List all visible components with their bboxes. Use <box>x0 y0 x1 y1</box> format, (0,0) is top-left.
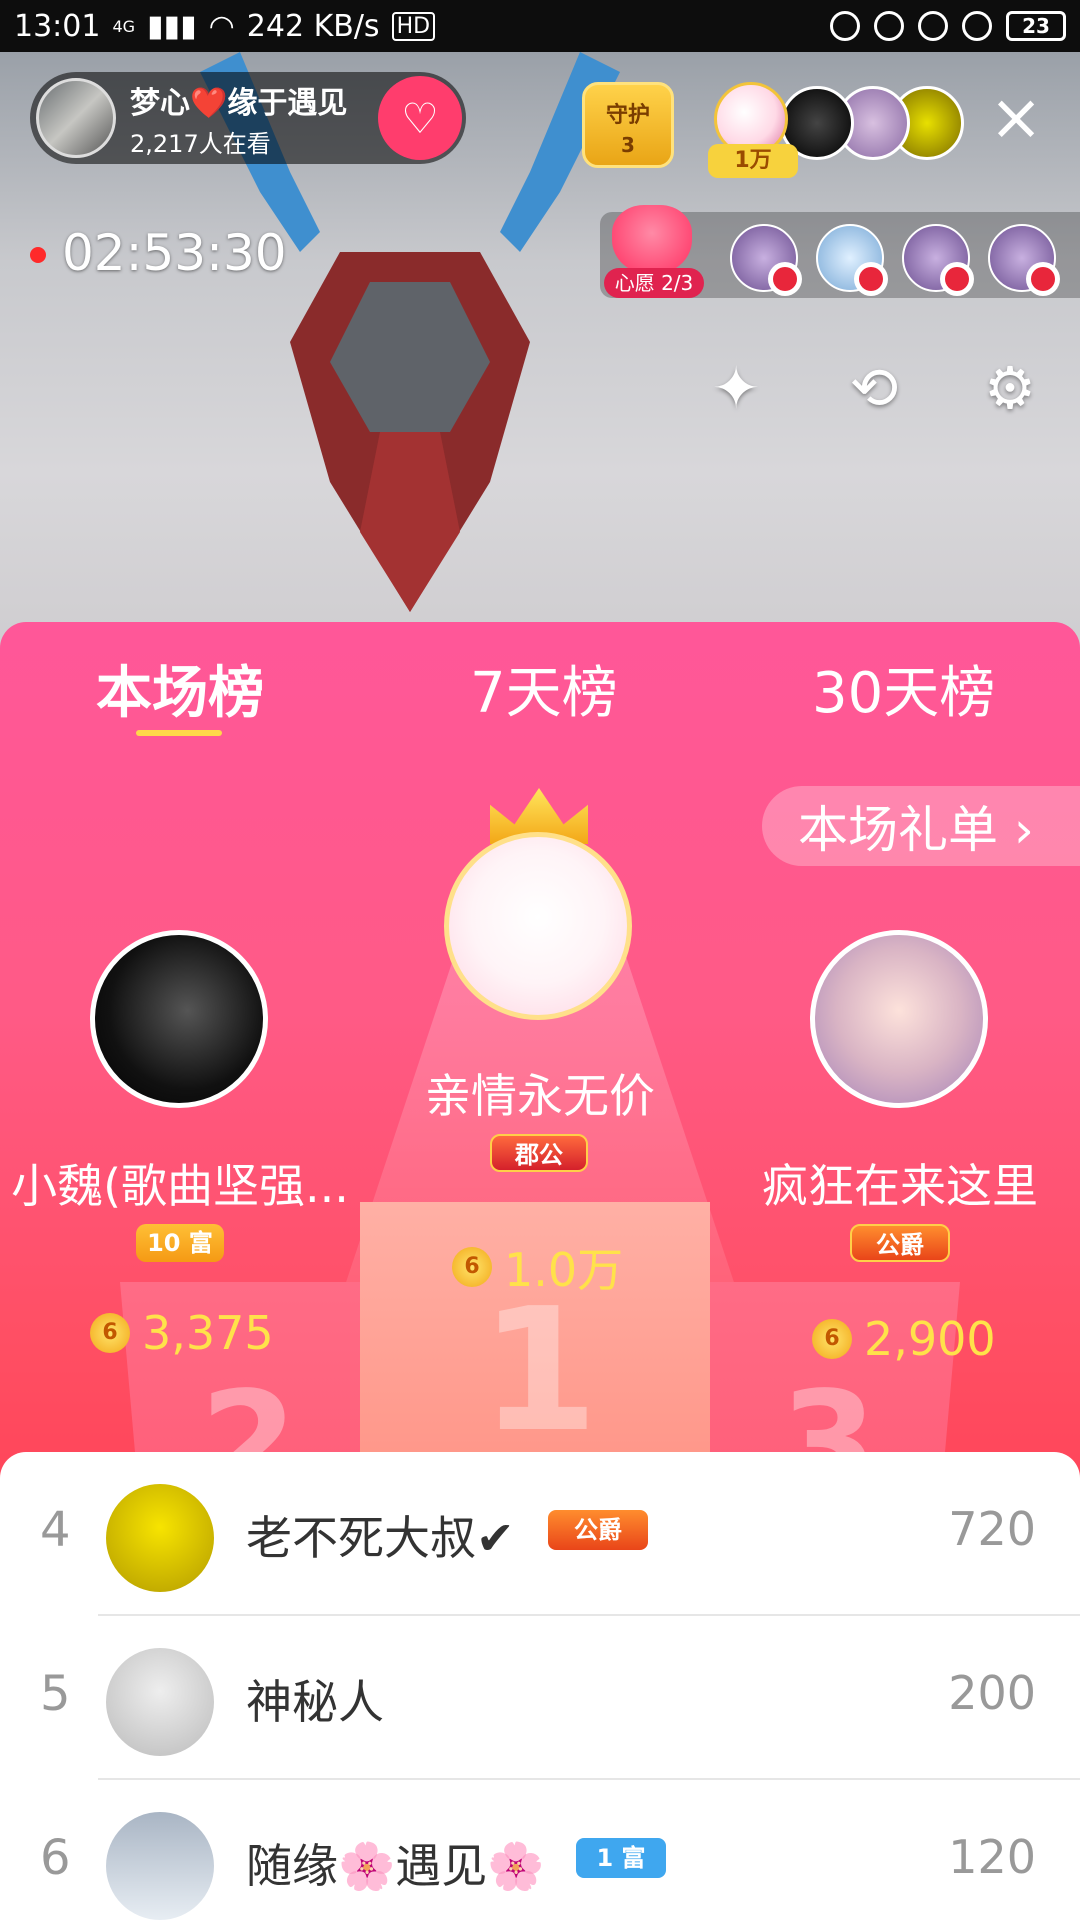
coin-icon: 6 <box>812 1319 852 1359</box>
top2-amount: 6 3,375 <box>90 1306 274 1360</box>
top3-avatar[interactable] <box>810 930 988 1108</box>
top3-amount-value: 2,900 <box>864 1312 996 1366</box>
tab-7-days[interactable]: 7天榜 <box>470 648 618 729</box>
wish-heart-icon[interactable] <box>612 205 692 275</box>
viewer-count: 2,217人在看 <box>130 129 271 158</box>
list-item[interactable]: 5 神秘人 200 <box>0 1616 1080 1780</box>
top1-name: 亲情永无价 <box>425 1069 655 1123</box>
mic-seat[interactable] <box>730 224 802 296</box>
camera-switch-button[interactable]: ⟲ <box>834 348 914 428</box>
wifi-icon: ◠ <box>208 8 235 44</box>
lock-icon <box>874 11 904 41</box>
status-time: 13:01 <box>14 8 101 44</box>
coin-icon: 6 <box>90 1313 130 1353</box>
alarm-icon <box>918 11 948 41</box>
top3-name: 疯狂在来这里 <box>762 1159 1038 1213</box>
list-name: 随缘🌸遇见🌸 <box>246 1839 545 1893</box>
network-icon: 4G <box>112 16 136 36</box>
guard-badge[interactable]: 守护 3 <box>582 82 674 168</box>
top1-avatar[interactable] <box>444 832 632 1020</box>
camera-switch-icon: ⟲ <box>849 354 899 422</box>
list-score: 200 <box>948 1666 1036 1720</box>
battery-icon: 23 <box>1006 11 1066 41</box>
gear-icon: ⚙ <box>984 354 1036 422</box>
top1-amount-value: 1.0万 <box>504 1243 624 1297</box>
tab-indicator <box>136 730 222 736</box>
beauty-button[interactable]: ✦ <box>696 348 776 428</box>
list-badge: 公爵 <box>548 1510 648 1550</box>
mic-seat[interactable] <box>902 224 974 296</box>
list-name: 老不死大叔✔ <box>246 1511 515 1565</box>
seat-icon <box>940 262 974 296</box>
mic-seat[interactable] <box>816 224 888 296</box>
headphone-icon <box>962 11 992 41</box>
list-rank: 4 <box>40 1502 71 1558</box>
top-viewer-badge: 1万 <box>708 144 798 178</box>
gift-list-button[interactable]: 本场礼单 › <box>762 786 1080 866</box>
heart-plus-icon: ♡ <box>401 93 439 143</box>
list-item[interactable]: 6 随缘🌸遇见🌸 1 富 120 <box>0 1780 1080 1920</box>
list-avatar[interactable] <box>106 1648 214 1756</box>
signal-icon: ▮▮▮ <box>147 8 197 44</box>
host-info[interactable]: 梦心❤️缘于遇见 2,217人在看 ♡ <box>30 72 466 164</box>
host-name: 梦心❤️缘于遇见 <box>130 85 348 121</box>
mute-icon <box>830 11 860 41</box>
close-icon: × <box>989 81 1043 155</box>
ranking-list: 4 老不死大叔✔ 公爵 720 5 神秘人 200 6 随缘🌸遇见🌸 1 富 1… <box>0 1452 1080 1920</box>
magic-wand-icon: ✦ <box>711 354 761 422</box>
live-timer: 02:53:30 <box>62 224 287 282</box>
podium-number-1: 1 <box>480 1272 599 1470</box>
list-rank: 5 <box>40 1666 71 1722</box>
network-speed: 242 KB/s <box>246 8 380 44</box>
seat-icon <box>854 262 888 296</box>
seat-icon <box>768 262 802 296</box>
list-avatar[interactable] <box>106 1812 214 1920</box>
follow-button[interactable]: ♡ <box>378 76 462 160</box>
top1-rank-badge: 郡公 <box>490 1134 588 1172</box>
top2-avatar[interactable] <box>90 930 268 1108</box>
close-button[interactable]: × <box>986 86 1046 150</box>
settings-button[interactable]: ⚙ <box>970 348 1050 428</box>
tab-30-days[interactable]: 30天榜 <box>812 648 995 729</box>
tab-current[interactable]: 本场榜 <box>96 648 264 729</box>
list-name: 神秘人 <box>246 1675 384 1729</box>
guard-label: 守护 <box>605 103 650 128</box>
host-avatar[interactable] <box>36 78 116 158</box>
list-score: 720 <box>948 1502 1036 1556</box>
list-item[interactable]: 4 老不死大叔✔ 公爵 720 <box>0 1452 1080 1616</box>
list-score: 120 <box>948 1830 1036 1884</box>
top1-amount: 6 1.0万 <box>452 1234 623 1300</box>
coin-icon: 6 <box>452 1247 492 1287</box>
seat-icon <box>1026 262 1060 296</box>
wish-label: 心愿 2/3 <box>604 268 704 298</box>
live-dot-icon <box>30 247 46 263</box>
top2-rank-badge: 10 富 <box>136 1224 224 1262</box>
top2-amount-value: 3,375 <box>142 1306 274 1360</box>
top3-rank-badge: 公爵 <box>850 1224 950 1262</box>
guard-count: 3 <box>621 133 635 157</box>
top2-name: 小魏(歌曲坚强... <box>11 1159 349 1213</box>
list-avatar[interactable] <box>106 1484 214 1592</box>
hd-icon: HD <box>391 11 436 41</box>
list-badge: 1 富 <box>576 1838 666 1878</box>
mic-seat[interactable] <box>988 224 1060 296</box>
top3-amount: 6 2,900 <box>812 1312 996 1366</box>
status-bar: 13:01 4G ▮▮▮ ◠ 242 KB/s HD 23 <box>0 0 1080 52</box>
list-rank: 6 <box>40 1830 71 1886</box>
